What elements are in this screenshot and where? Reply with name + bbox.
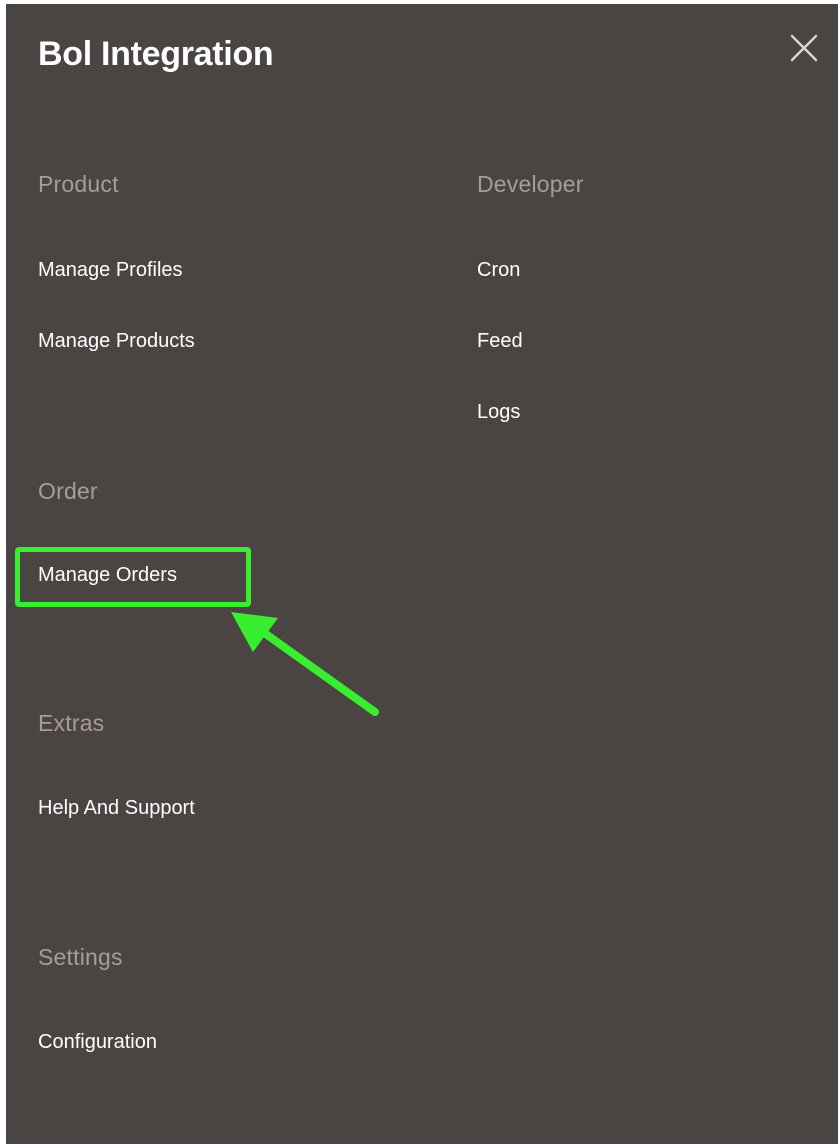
section-title-product: Product [38,171,119,197]
menu-item-help-and-support[interactable]: Help And Support [38,796,195,820]
section-title-order: Order [38,478,98,504]
menu-item-cron[interactable]: Cron [477,258,520,282]
menu-item-manage-profiles[interactable]: Manage Profiles [38,258,183,282]
close-icon [790,34,818,62]
menu-item-configuration[interactable]: Configuration [38,1030,157,1054]
bol-integration-menu-panel: Bol Integration Product Manage Profiles … [6,4,838,1144]
panel-title: Bol Integration [38,35,274,73]
menu-item-logs[interactable]: Logs [477,400,520,424]
menu-item-manage-orders[interactable]: Manage Orders [38,563,177,587]
section-title-settings: Settings [38,944,123,970]
menu-item-manage-products[interactable]: Manage Products [38,329,195,353]
menu-item-feed[interactable]: Feed [477,329,523,353]
close-button[interactable] [784,28,824,68]
section-title-developer: Developer [477,171,584,197]
section-title-extras: Extras [38,710,105,736]
